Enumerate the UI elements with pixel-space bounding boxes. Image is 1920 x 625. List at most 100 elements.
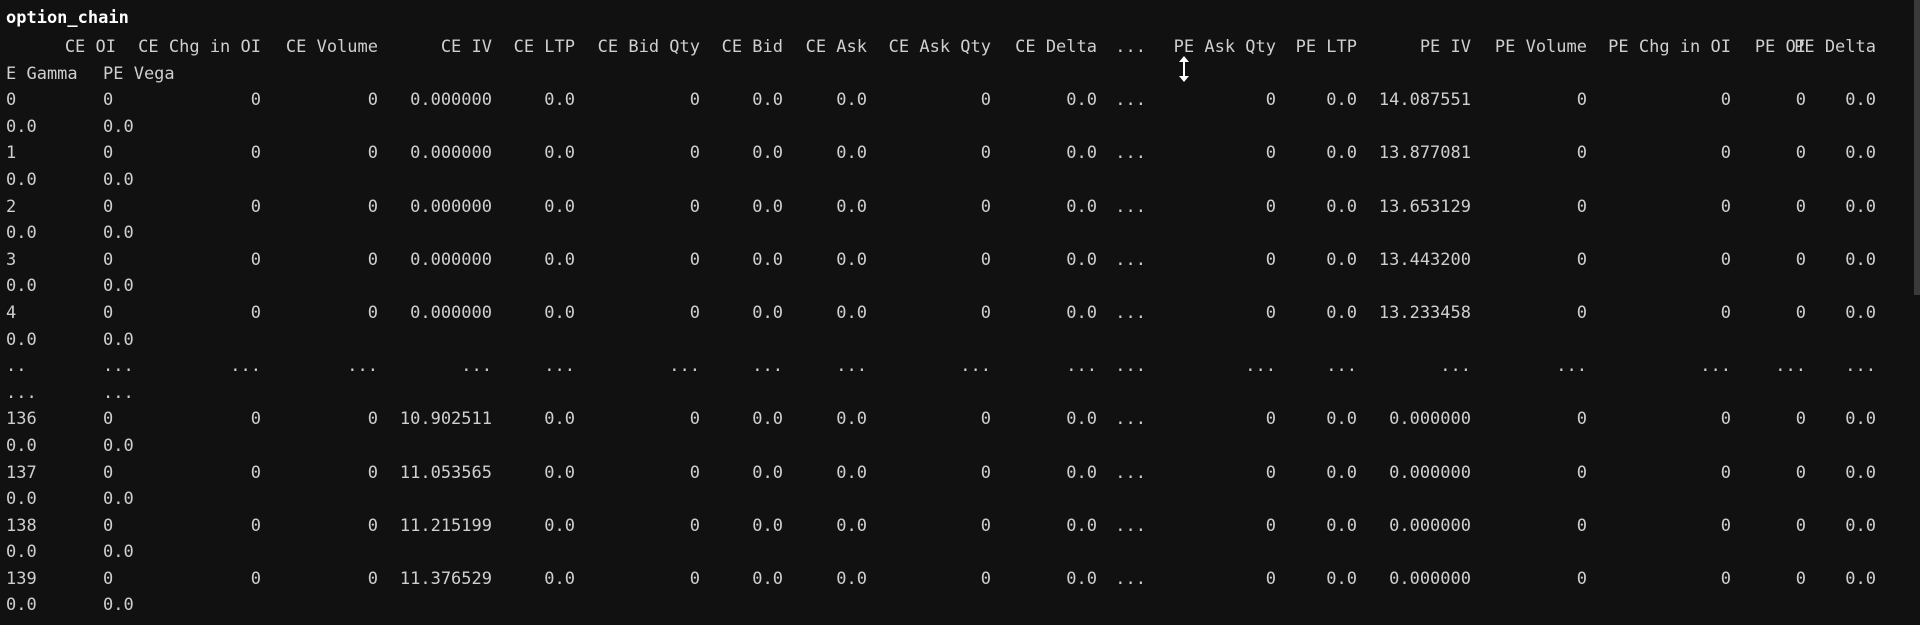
row-index: 139: [6, 568, 37, 589]
table-cell: 0: [250, 302, 261, 323]
table-cell: 0: [1795, 568, 1806, 589]
vertical-resize-icon: [1179, 56, 1189, 82]
dataframe-output: CE OI CE Chg in OI CE Volume CE IV CE LTP CE …: [6, 34, 1906, 619]
table-cell: 0.0: [752, 462, 783, 483]
table-row: 136 0 0 0 10.902511 0.0 0 0.0 0.0 0 0.0... 0 0.0 0.00…: [6, 406, 1906, 433]
table-cell: 0: [1795, 302, 1806, 323]
table-cell: 13.233458: [1378, 302, 1471, 323]
table-cell: 0: [1576, 249, 1587, 270]
table-cell: 0.0: [836, 409, 867, 430]
row-index: 136: [6, 409, 37, 430]
table-cell: 0.0: [836, 462, 867, 483]
table-cell: ...: [1700, 356, 1731, 377]
table-cell: 0.0: [1326, 143, 1357, 164]
column-header: PE IV: [1419, 37, 1471, 57]
table-cell: 0: [980, 409, 991, 430]
table-row: 4 0 0 0 0.000000 0.0 0 0.0 0.0 0 0.0... 0 0.0 13.2334…: [6, 300, 1906, 327]
table-cell: ...: [669, 356, 700, 377]
table-cell: 0: [1265, 196, 1276, 217]
table-cell: 0.0: [836, 249, 867, 270]
table-cell: 0: [367, 143, 378, 164]
table-cell: 0: [1265, 90, 1276, 111]
table-cell: 0.0: [1845, 196, 1876, 217]
table-cell: 0: [1576, 90, 1587, 111]
column-header: CE Delta: [1015, 37, 1097, 57]
table-cell: ...: [1115, 196, 1146, 217]
table-cell: 0.0: [836, 302, 867, 323]
table-cell: 0.0: [752, 249, 783, 270]
table-cell: 0: [1795, 409, 1806, 430]
column-header: CE Ask Qty: [888, 37, 991, 57]
table-cell: 0.0: [1066, 515, 1097, 536]
table-cell: 0: [689, 196, 700, 217]
table-cell: 0.0: [752, 515, 783, 536]
row-index: 137: [6, 462, 37, 483]
cell-input-text[interactable]: option_chain: [6, 5, 129, 32]
table-cell: 0.0: [752, 143, 783, 164]
table-cell: 0: [367, 409, 378, 430]
table-cell: 0: [250, 90, 261, 111]
table-row: 138 0 0 0 11.215199 0.0 0 0.0 0.0 0 0.0... 0 0.0 0.00…: [6, 513, 1906, 540]
table-cell: 0.0: [544, 90, 575, 111]
table-cell: 10.902511: [399, 409, 492, 430]
table-row-wrap: 0.0 0.0: [6, 433, 1906, 460]
column-header-wrapped: E Gamma: [6, 63, 78, 84]
column-header: CE Bid Qty: [597, 37, 700, 57]
table-cell: 0.0: [1326, 90, 1357, 111]
table-cell: 0: [1720, 249, 1731, 270]
table-row-wrap: 0.0 0.0: [6, 114, 1906, 141]
table-cell: 0.0: [836, 90, 867, 111]
table-cell: 0.0: [1326, 249, 1357, 270]
column-header: ...: [1115, 37, 1146, 57]
table-cell: 0: [1720, 196, 1731, 217]
table-cell-wrapped: 0.0: [103, 329, 134, 350]
table-row-wrap: 0.0 0.0: [6, 220, 1906, 247]
table-cell: 0.0: [836, 196, 867, 217]
table-cell: 0: [1795, 249, 1806, 270]
table-cell: 0: [1720, 90, 1731, 111]
table-cell: 0: [367, 249, 378, 270]
table-cell: 0: [250, 409, 261, 430]
table-cell: 0: [1720, 143, 1731, 164]
table-cell: ...: [544, 356, 575, 377]
table-cell: ...: [1115, 409, 1146, 430]
table-cell: 0: [980, 515, 991, 536]
vertical-scrollbar[interactable]: [1914, 0, 1920, 295]
table-cell: 0: [689, 302, 700, 323]
table-row-wrap: 0.0 0.0: [6, 592, 1906, 619]
table-cell: 0: [1576, 515, 1587, 536]
table-cell: 0.000000: [1389, 409, 1471, 430]
table-cell-wrapped: 0.0: [103, 435, 134, 456]
table-cell: 0.0: [1845, 249, 1876, 270]
table-row-wrap: 0.0 0.0: [6, 327, 1906, 354]
table-cell: ...: [103, 356, 134, 377]
table-cell: ...: [1556, 356, 1587, 377]
table-row-wrap: 0.0 0.0: [6, 167, 1906, 194]
table-cell-wrapped: 0.0: [6, 223, 37, 244]
table-row: 137 0 0 0 11.053565 0.0 0 0.0 0.0 0 0.0... 0 0.0 0.00…: [6, 460, 1906, 487]
table-cell: 0: [1720, 462, 1731, 483]
table-cell: 0: [1720, 302, 1731, 323]
table-cell: 0.0: [1326, 462, 1357, 483]
table-cell: 0.0: [1326, 568, 1357, 589]
table-body: 0 0 0 0 0.000000 0.0 0 0.0 0.0 0 0.0... 0 0.0 14.0875…: [6, 87, 1906, 619]
table-cell: 0: [1795, 515, 1806, 536]
table-cell: 0: [103, 302, 114, 323]
table-cell: 0.0: [836, 515, 867, 536]
table-cell: 0.0: [752, 568, 783, 589]
table-cell: 0: [1265, 462, 1276, 483]
table-cell-wrapped: 0.0: [6, 329, 37, 350]
table-row: 0 0 0 0 0.000000 0.0 0 0.0 0.0 0 0.0... 0 0.0 14.0875…: [6, 87, 1906, 114]
table-cell: 0: [103, 409, 114, 430]
table-cell: 0.0: [544, 515, 575, 536]
table-cell: 0: [367, 462, 378, 483]
table-cell: ...: [752, 356, 783, 377]
table-cell: 0.0: [752, 302, 783, 323]
table-cell: 0: [980, 196, 991, 217]
column-header: PE Chg in OI: [1608, 37, 1731, 57]
table-cell: 0: [1720, 568, 1731, 589]
table-cell-wrapped: 0.0: [103, 169, 134, 190]
table-cell: ...: [1115, 568, 1146, 589]
table-cell: 0: [250, 249, 261, 270]
table-cell: ...: [1115, 462, 1146, 483]
